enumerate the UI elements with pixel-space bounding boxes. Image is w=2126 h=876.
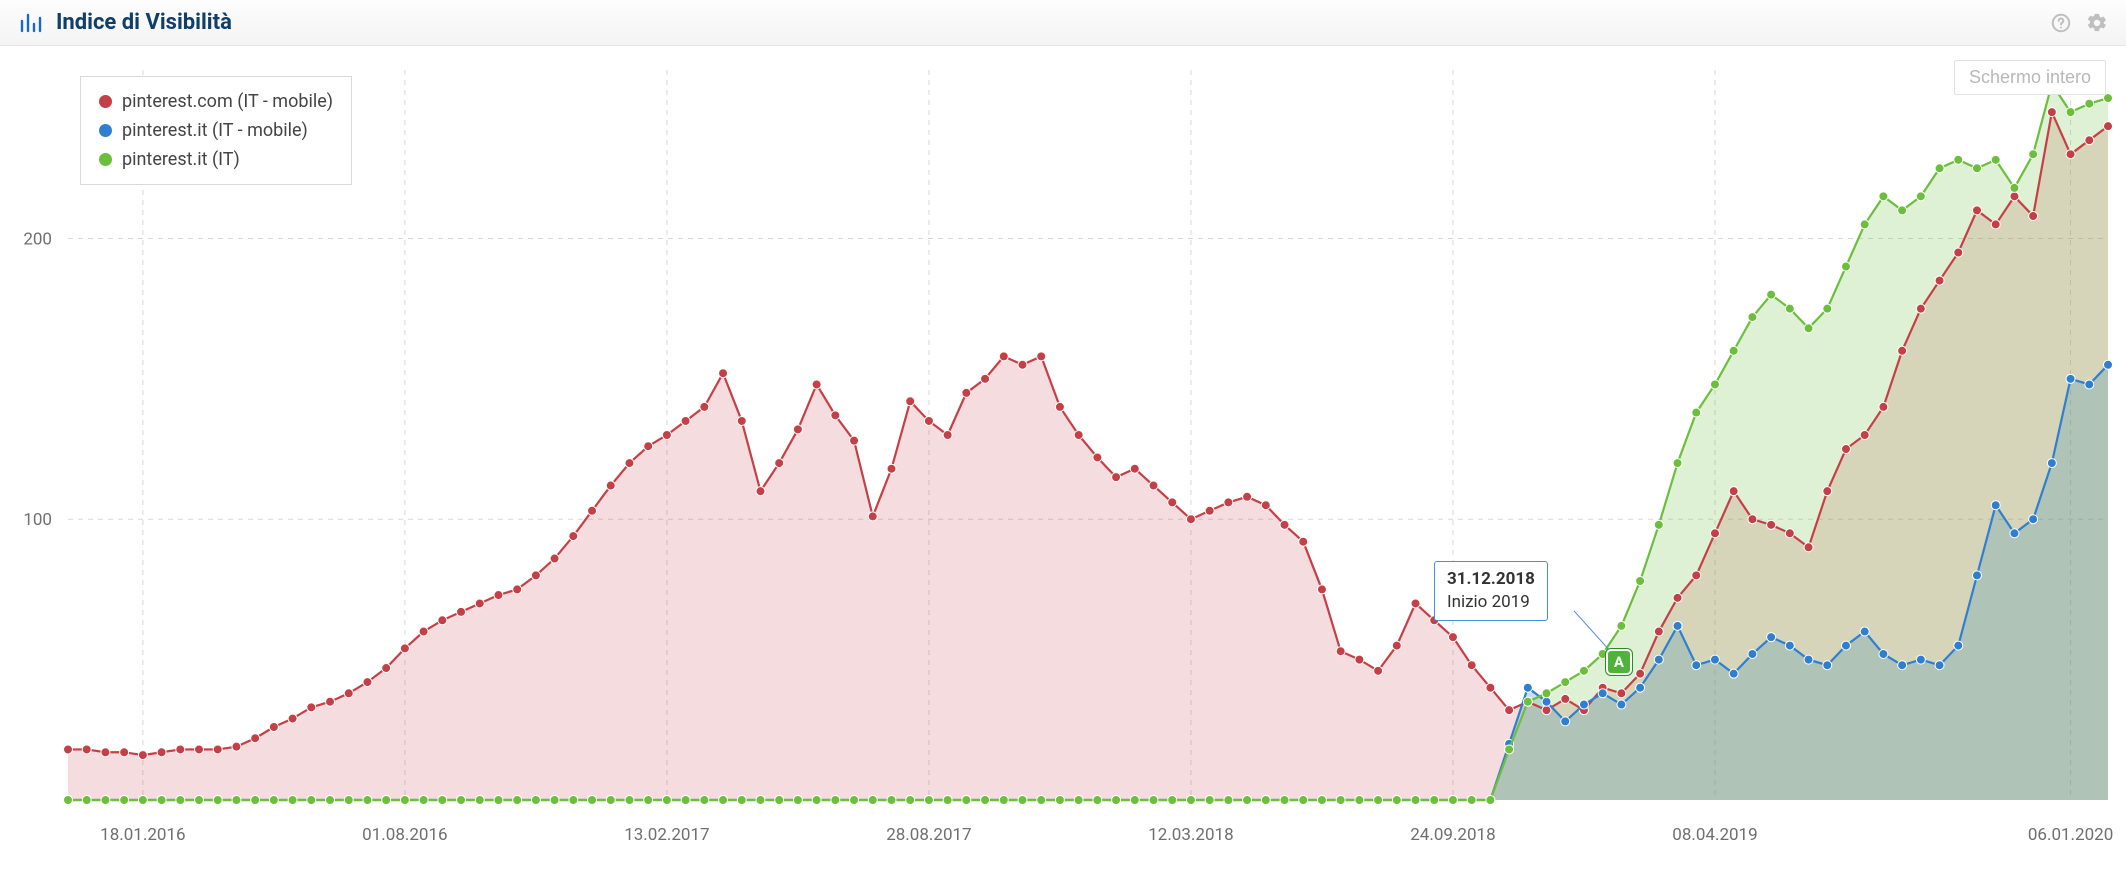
legend-item[interactable]: pinterest.it (IT): [99, 145, 333, 174]
legend-item[interactable]: pinterest.it (IT - mobile): [99, 116, 333, 145]
visibility-index-panel: Indice di Visibilità pinterest.com (IT -…: [0, 0, 2126, 868]
legend-label: pinterest.com (IT - mobile): [122, 91, 333, 112]
svg-text:24.09.2018: 24.09.2018: [1410, 825, 1495, 845]
help-icon[interactable]: [2050, 12, 2072, 34]
legend-marker: [99, 153, 112, 166]
legend: pinterest.com (IT - mobile) pinterest.it …: [80, 76, 352, 185]
svg-text:06.01.2020: 06.01.2020: [2028, 825, 2113, 845]
svg-text:200: 200: [23, 229, 52, 249]
chart-area[interactable]: pinterest.com (IT - mobile) pinterest.it …: [0, 46, 2126, 868]
legend-marker: [99, 95, 112, 108]
svg-text:13.02.2017: 13.02.2017: [624, 825, 709, 845]
svg-text:01.08.2016: 01.08.2016: [362, 825, 447, 845]
svg-text:12.03.2018: 12.03.2018: [1148, 825, 1233, 845]
svg-text:18.01.2016: 18.01.2016: [100, 825, 185, 845]
svg-text:08.04.2019: 08.04.2019: [1672, 825, 1757, 845]
svg-text:28.08.2017: 28.08.2017: [886, 825, 971, 845]
panel-title: Indice di Visibilità: [56, 10, 2036, 35]
bar-chart-icon: [18, 11, 42, 35]
legend-item[interactable]: pinterest.com (IT - mobile): [99, 87, 333, 116]
svg-text:100: 100: [23, 510, 52, 530]
legend-label: pinterest.it (IT): [122, 149, 240, 170]
panel-header: Indice di Visibilità: [0, 0, 2126, 46]
legend-label: pinterest.it (IT - mobile): [122, 120, 308, 141]
legend-marker: [99, 124, 112, 137]
fullscreen-button[interactable]: Schermo intero: [1954, 60, 2106, 95]
gear-icon[interactable]: [2086, 12, 2108, 34]
